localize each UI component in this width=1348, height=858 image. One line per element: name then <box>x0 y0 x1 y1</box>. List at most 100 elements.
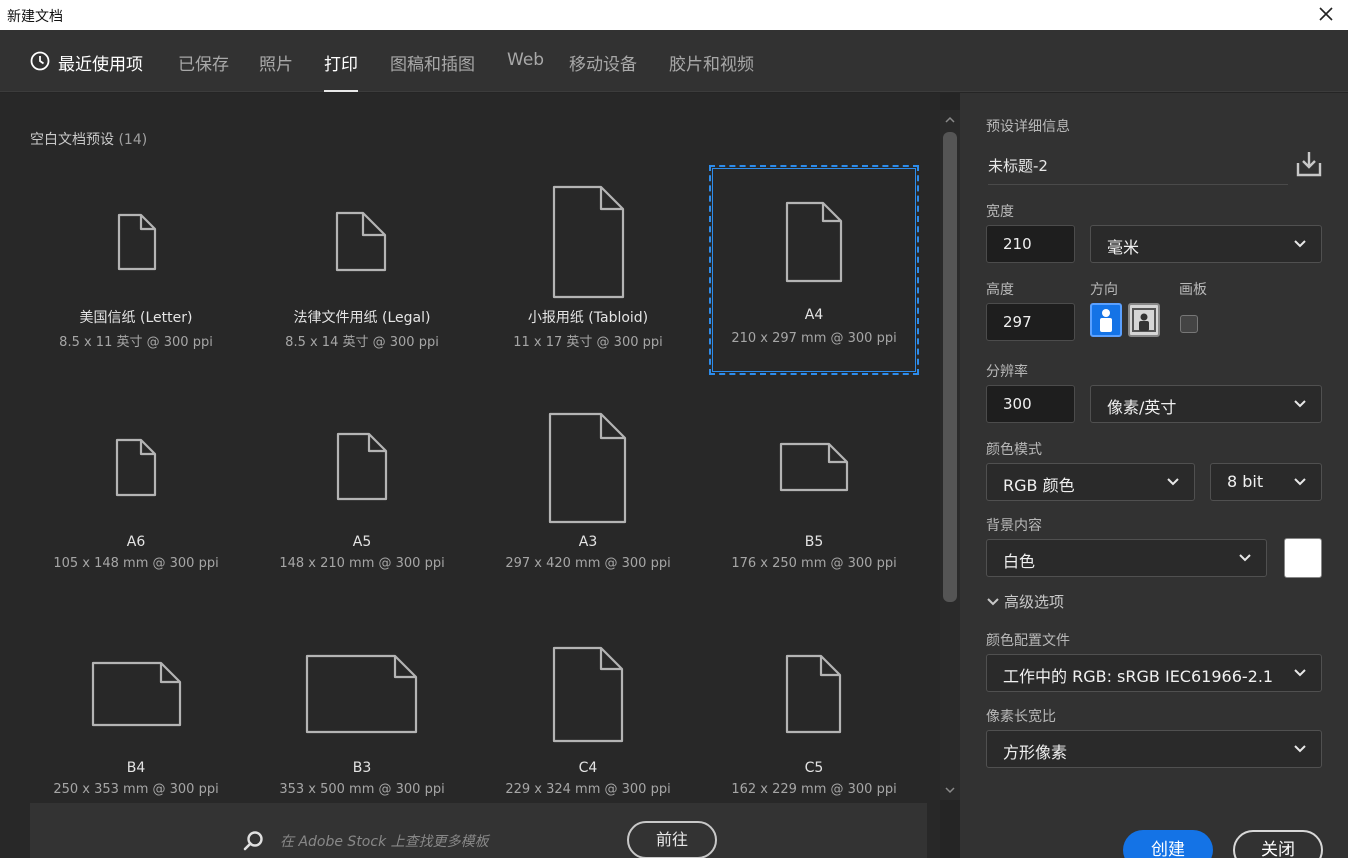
color-profile-value: 工作中的 RGB: sRGB IEC61966-2.1 <box>1003 667 1274 686</box>
close-icon[interactable] <box>1316 4 1336 24</box>
scroll-thumb[interactable] <box>943 132 957 602</box>
preset-section-title: 空白文档预设 (14) <box>30 129 147 149</box>
preset-card-letter[interactable]: 美国信纸 (Letter) 8.5 x 11 英寸 @ 300 ppi <box>31 165 241 375</box>
window-title: 新建文档 <box>7 9 63 25</box>
preset-name: C5 <box>804 760 824 776</box>
tab-art-illustration[interactable]: 图稿和插图 <box>390 50 475 92</box>
preset-dims: 148 x 210 mm @ 300 ppi <box>279 556 445 571</box>
preset-dims: 297 x 420 mm @ 300 ppi <box>505 556 671 571</box>
orientation-label: 方向 <box>1090 282 1118 298</box>
landscape-orientation-button[interactable] <box>1128 303 1160 337</box>
width-input[interactable]: 210 <box>986 225 1075 263</box>
unit-select[interactable]: 毫米 <box>1090 225 1322 263</box>
bit-depth-select[interactable]: 8 bit <box>1210 463 1322 501</box>
preset-card-legal[interactable]: 法律文件用纸 (Legal) 8.5 x 14 英寸 @ 300 ppi <box>257 165 467 375</box>
preset-name: 法律文件用纸 (Legal) <box>293 310 431 326</box>
tab-mobile[interactable]: 移动设备 <box>569 50 637 92</box>
preset-name: A4 <box>804 307 824 323</box>
preset-card-tabloid[interactable]: 小报用纸 (Tabloid) 11 x 17 英寸 @ 300 ppi <box>483 165 693 375</box>
preset-name: B5 <box>804 534 824 550</box>
color-mode-label: 颜色模式 <box>986 442 1042 458</box>
preset-count: (14) <box>118 132 148 148</box>
resolution-input[interactable]: 300 <box>986 385 1075 423</box>
background-select[interactable]: 白色 <box>986 539 1267 577</box>
preset-card-a3[interactable]: A3 297 x 420 mm @ 300 ppi <box>483 392 693 602</box>
color-mode-value: RGB 颜色 <box>1003 476 1075 495</box>
stock-search-bar: 在 Adobe Stock 上查找更多模板 前往 <box>30 803 927 858</box>
preset-dims: 162 x 229 mm @ 300 ppi <box>731 782 897 797</box>
width-label: 宽度 <box>986 204 1014 220</box>
search-icon <box>243 831 263 851</box>
category-tabs: 最近使用项 已保存 照片 打印 图稿和插图 Web 移动设备 胶片和视频 <box>0 30 1348 92</box>
tab-film-video[interactable]: 胶片和视频 <box>669 50 754 92</box>
color-profile-label: 颜色配置文件 <box>986 633 1070 649</box>
artboard-label: 画板 <box>1179 282 1207 298</box>
resolution-label: 分辨率 <box>986 364 1028 380</box>
chevron-down-icon <box>1239 554 1251 562</box>
unit-value: 毫米 <box>1107 238 1140 257</box>
preset-dims: 176 x 250 mm @ 300 ppi <box>731 556 897 571</box>
advanced-options-toggle[interactable]: 高级选项 <box>986 591 1064 612</box>
title-bar: 新建文档 <box>0 0 1348 30</box>
preset-card-a5[interactable]: A5 148 x 210 mm @ 300 ppi <box>257 392 467 602</box>
chevron-down-icon <box>1167 478 1179 486</box>
preset-details-pane: 预设详细信息 未标题-2 宽度 210 毫米 高度 方向 画板 297 分辨率 … <box>960 93 1348 858</box>
preset-name: B3 <box>352 760 372 776</box>
advanced-options-label: 高级选项 <box>1004 593 1065 611</box>
save-preset-icon[interactable] <box>1294 149 1324 179</box>
preset-name: A5 <box>352 534 372 550</box>
tab-recent-label: 最近使用项 <box>58 55 143 75</box>
color-mode-select[interactable]: RGB 颜色 <box>986 463 1195 501</box>
preset-dims: 353 x 500 mm @ 300 ppi <box>279 782 445 797</box>
resolution-unit-select[interactable]: 像素/英寸 <box>1090 385 1322 423</box>
color-profile-select[interactable]: 工作中的 RGB: sRGB IEC61966-2.1 <box>986 654 1322 692</box>
chevron-down-icon <box>1294 745 1306 753</box>
preset-card-a6[interactable]: A6 105 x 148 mm @ 300 ppi <box>31 392 241 602</box>
preset-scrollbar[interactable] <box>940 110 960 800</box>
preset-card-c4[interactable]: C4 229 x 324 mm @ 300 ppi <box>483 618 693 828</box>
tab-print[interactable]: 打印 <box>324 50 358 92</box>
height-label: 高度 <box>986 282 1014 298</box>
chevron-down-icon <box>1294 669 1306 677</box>
scroll-up-icon[interactable] <box>944 114 956 126</box>
background-color-swatch[interactable] <box>1284 538 1322 578</box>
preset-name: 美国信纸 (Letter) <box>79 310 193 326</box>
preset-card-b3[interactable]: B3 353 x 500 mm @ 300 ppi <box>257 618 467 828</box>
chevron-down-icon <box>1294 478 1306 486</box>
details-heading: 预设详细信息 <box>986 119 1070 135</box>
pixel-aspect-value: 方形像素 <box>1003 743 1068 762</box>
preset-dims: 8.5 x 14 英寸 @ 300 ppi <box>285 335 439 350</box>
stock-search-input[interactable]: 在 Adobe Stock 上查找更多模板 <box>280 831 489 851</box>
height-input[interactable]: 297 <box>986 303 1075 341</box>
preset-card-c5[interactable]: C5 162 x 229 mm @ 300 ppi <box>709 618 919 828</box>
tab-photo[interactable]: 照片 <box>259 50 293 92</box>
clock-icon <box>30 51 50 71</box>
preset-card-b5[interactable]: B5 176 x 250 mm @ 300 ppi <box>709 392 919 602</box>
create-button[interactable]: 创建 <box>1123 830 1213 858</box>
tab-saved[interactable]: 已保存 <box>178 50 229 92</box>
pixel-aspect-select[interactable]: 方形像素 <box>986 730 1322 768</box>
preset-heading: 空白文档预设 <box>30 132 114 148</box>
preset-card-b4[interactable]: B4 250 x 353 mm @ 300 ppi <box>31 618 241 828</box>
preset-dims: 229 x 324 mm @ 300 ppi <box>505 782 671 797</box>
document-name-input[interactable]: 未标题-2 <box>988 153 1288 185</box>
tab-web[interactable]: Web <box>507 50 544 92</box>
go-button[interactable]: 前往 <box>627 821 717 858</box>
preset-dims: 11 x 17 英寸 @ 300 ppi <box>513 335 663 350</box>
preset-name: C4 <box>578 760 598 776</box>
preset-name: 小报用纸 (Tabloid) <box>527 310 649 326</box>
chevron-down-icon <box>1294 240 1306 248</box>
preset-dims: 8.5 x 11 英寸 @ 300 ppi <box>59 335 213 350</box>
artboard-checkbox[interactable] <box>1180 315 1198 333</box>
close-button[interactable]: 关闭 <box>1233 830 1323 858</box>
preset-dims: 105 x 148 mm @ 300 ppi <box>53 556 219 571</box>
portrait-icon <box>1100 309 1112 332</box>
tab-recent[interactable]: 最近使用项 <box>30 50 143 92</box>
preset-name: A6 <box>126 534 146 550</box>
portrait-orientation-button[interactable] <box>1090 303 1122 337</box>
landscape-icon <box>1132 308 1156 332</box>
pixel-aspect-label: 像素长宽比 <box>986 709 1056 725</box>
preset-card-a4[interactable]: A4 210 x 297 mm @ 300 ppi <box>709 165 919 375</box>
bit-depth-value: 8 bit <box>1227 472 1264 491</box>
scroll-down-icon[interactable] <box>944 784 956 796</box>
